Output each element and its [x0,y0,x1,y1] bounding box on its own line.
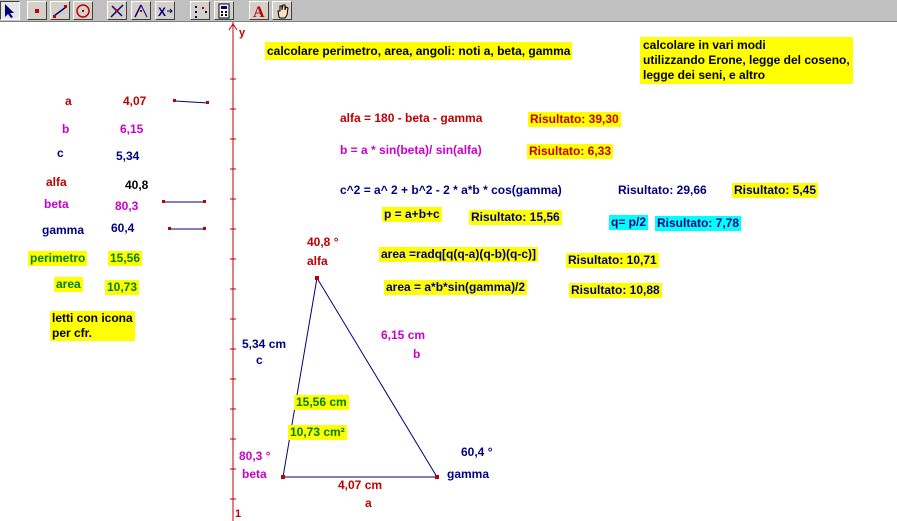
vertex-beta[interactable] [281,475,285,479]
angle-icon [134,4,148,18]
side-b-measure: 6,15 cm [381,328,426,342]
toolbar: X A [0,0,897,22]
triangle-area-measure: 10,73 cm² [288,425,347,440]
var-alfa-label: alfa [46,175,67,189]
beta-angle-measure: 80,3 ° [239,449,271,463]
cursor-arrow-icon [5,4,14,18]
result-c-squared: Risultato: 29,66 [618,183,707,197]
y-axis-label: y [239,27,246,39]
circle-icon [76,4,90,18]
alfa-angle-measure: 40,8 ° [307,235,339,249]
var-perimetro-value: 15,56 [108,251,143,266]
calculator-tool[interactable] [214,1,234,20]
var-gamma-value: 60,4 [111,221,135,235]
var-b-value: 6,15 [120,122,144,136]
result-alfa: Risultato: 39,30 [528,112,621,127]
calculator-icon [218,3,230,19]
var-c-value: 5,34 [116,149,140,163]
locus-tool[interactable] [190,1,210,20]
circle-tool[interactable] [73,1,93,20]
segment-icon [53,5,67,18]
side-c-label: c [256,353,263,367]
side-a-measure: 4,07 cm [338,478,383,492]
perpendicular-icon [110,4,124,18]
triangle[interactable] [282,276,438,478]
transform-tool[interactable]: X [155,1,175,20]
perpendicular-tool[interactable] [107,1,127,20]
side-a-label: a [365,496,372,510]
segment-gamma-reference[interactable] [168,227,206,230]
icon-reading-note: letti con icona per cfr. [50,311,135,341]
side-b-label: b [413,347,421,361]
formula-c-squared: c^2 = a^ 2 + b^2 - 2 * a*b * cos(gamma) [340,183,562,197]
var-a-label: a [65,94,72,108]
text-tool[interactable]: A [249,1,269,20]
beta-vertex-label: beta [242,467,267,481]
result-area-heron: Risultato: 10,71 [566,253,659,268]
angle-tool[interactable] [131,1,151,20]
y-axis-tick-label: 1 [235,508,242,520]
text-a-icon: A [253,4,265,19]
var-beta-label: beta [44,197,69,211]
formula-area-sin: area = a*b*sin(gamma)/2 [384,280,528,295]
point-icon [35,9,39,13]
gamma-vertex-label: gamma [447,467,490,481]
hand-tool[interactable] [272,1,292,20]
result-b: Risultato: 6,33 [527,144,614,159]
methods-note: calcolare in vari modi utilizzando Erone… [640,37,853,84]
transform-icon: X [158,5,173,19]
arrow-select-tool[interactable] [0,1,20,20]
result-q: Risultato: 7,78 [655,216,742,231]
task-note: calcolare perimetro, area, angoli: noti … [265,42,573,60]
result-area-sin: Risultato: 10,88 [569,283,662,298]
var-area-value: 10,73 [105,280,140,295]
var-gamma-label: gamma [42,223,85,237]
var-perimetro-label: perimetro [28,251,88,266]
formula-q: q= p/2 [609,215,649,230]
var-area-label: area [54,277,83,292]
line-tool[interactable] [50,1,70,20]
var-c-label: c [57,146,64,160]
formula-alfa: alfa = 180 - beta - gamma [340,111,483,125]
vertex-alfa[interactable] [315,276,319,280]
var-b-label: b [62,122,70,136]
formula-area-heron: area =radq[q(q-a)(q-b)(q-c)] [379,247,538,262]
result-c: Risultato: 5,45 [732,183,819,198]
vertex-gamma[interactable] [435,475,439,479]
alfa-vertex-label: alfa [307,254,328,268]
segment-a-reference[interactable] [173,99,209,104]
segment-beta-reference[interactable] [162,200,206,203]
svg-text:X: X [158,5,166,19]
gamma-angle-measure: 60,4 ° [461,445,493,459]
side-c-measure: 5,34 cm [242,337,287,351]
formula-b: b = a * sin(beta)/ sin(alfa) [340,143,482,157]
point-tool[interactable] [27,1,47,20]
triangle-perimeter-measure: 15,56 cm [294,395,349,410]
hand-icon [277,4,289,19]
var-alfa-value: 40,8 [125,178,149,192]
var-a-value: 4,07 [123,94,147,108]
locus-icon [195,6,207,18]
result-p: Risultato: 15,56 [469,210,562,225]
svg-text:A: A [253,4,265,19]
var-beta-value: 80,3 [115,199,139,213]
formula-p: p = a+b+c [382,207,442,222]
